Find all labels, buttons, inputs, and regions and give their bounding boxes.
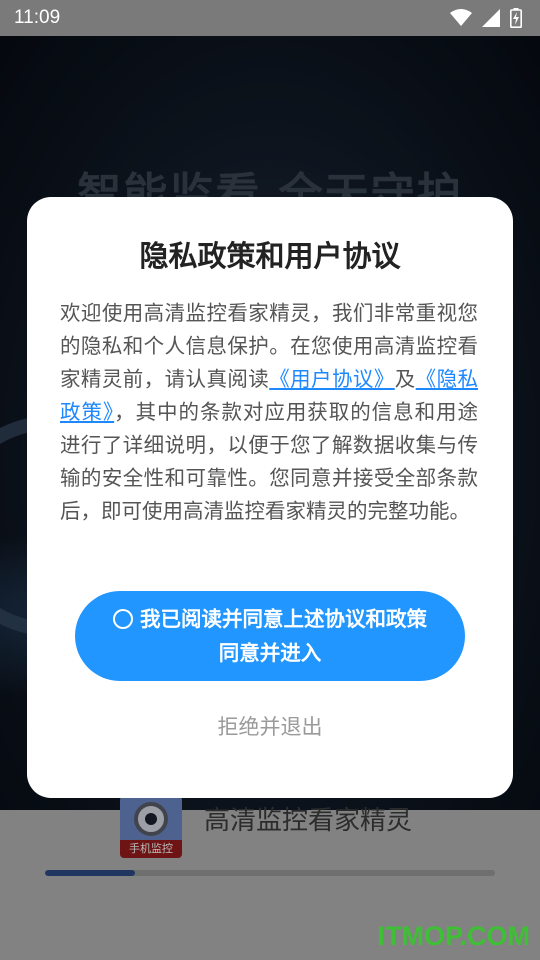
agree-button-label: 同意并进入 xyxy=(218,641,322,665)
battery-charging-icon xyxy=(510,8,522,28)
agree-radio-icon[interactable] xyxy=(113,609,133,629)
dialog-body-and: 及 xyxy=(394,367,416,391)
wifi-icon xyxy=(450,9,472,26)
privacy-dialog: 隐私政策和用户协议 欢迎使用高清监控看家精灵，我们非常重视您的隐私和个人信息保护… xyxy=(27,197,513,798)
site-watermark: ITMOP.COM xyxy=(377,921,530,951)
dialog-body: 欢迎使用高清监控看家精灵，我们非常重视您的隐私和个人信息保护。在您使用高清监控看… xyxy=(60,297,478,528)
agree-checkbox-row[interactable]: 我已阅读并同意上述协议和政策 xyxy=(113,602,427,636)
agree-checkbox-label: 我已阅读并同意上述协议和政策 xyxy=(140,607,427,631)
reject-and-exit-button[interactable]: 拒绝并退出 xyxy=(27,711,513,741)
dialog-title: 隐私政策和用户协议 xyxy=(139,239,401,273)
signal-icon xyxy=(482,9,500,27)
dialog-body-rest: ，其中的条款对应用获取的信息和用途进行了详细说明，以便于您了解数据收集与传输的安… xyxy=(60,400,479,523)
status-bar: 11:09 xyxy=(0,0,540,36)
status-time: 11:09 xyxy=(14,7,61,28)
user-agreement-link[interactable]: 《用户协议》 xyxy=(269,367,395,391)
status-icons xyxy=(450,8,522,28)
agree-and-enter-button[interactable]: 我已阅读并同意上述协议和政策 同意并进入 xyxy=(75,591,465,681)
